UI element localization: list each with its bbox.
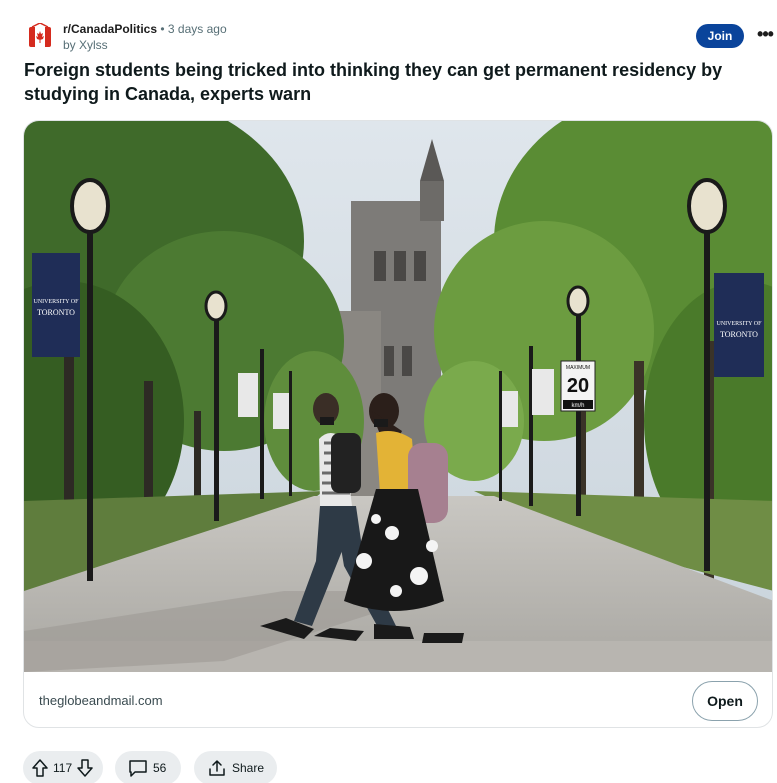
link-thumbnail-image[interactable]: UNIVERSITY OF TORONTO UNIVERSITY OF TORO… — [24, 121, 773, 672]
link-domain[interactable]: theglobeandmail.com — [39, 693, 163, 708]
vote-pill: 117 — [23, 751, 103, 783]
join-button[interactable]: Join — [696, 24, 744, 48]
speed-sign-top: MAXIMUM — [566, 365, 590, 371]
speed-sign-unit: km/h — [571, 403, 584, 409]
more-options-icon[interactable]: ••• — [754, 23, 776, 49]
share-label: Share — [232, 761, 265, 775]
banner-text-univ-left: UNIVERSITY OF — [34, 299, 80, 305]
open-link-button[interactable]: Open — [692, 681, 758, 721]
subreddit-avatar-icon[interactable] — [28, 23, 52, 49]
vote-count: 117 — [53, 761, 73, 775]
comment-icon — [128, 759, 148, 777]
post-author[interactable]: by Xylss — [63, 37, 227, 53]
comments-button[interactable]: 56 — [115, 751, 181, 783]
speed-sign-number: 20 — [567, 375, 589, 397]
link-preview-card[interactable]: UNIVERSITY OF TORONTO UNIVERSITY OF TORO… — [23, 120, 773, 728]
post-title[interactable]: Foreign students being tricked into thin… — [24, 58, 754, 106]
upvote-icon[interactable] — [32, 759, 48, 777]
share-icon — [207, 759, 227, 777]
post-header: r/CanadaPolitics • 3 days ago by Xylss J… — [26, 20, 776, 56]
subreddit-link[interactable]: r/CanadaPolitics — [63, 22, 157, 36]
post-meta: r/CanadaPolitics • 3 days ago by Xylss — [63, 21, 227, 53]
banner-text-toronto-left: TORONTO — [37, 308, 75, 317]
comment-count: 56 — [153, 761, 167, 775]
meta-separator: • — [160, 22, 165, 36]
banner-text-univ-right: UNIVERSITY OF — [717, 321, 763, 327]
banner-text-toronto-right: TORONTO — [720, 330, 758, 339]
downvote-icon[interactable] — [77, 759, 93, 777]
post-time: 3 days ago — [167, 22, 227, 36]
share-button[interactable]: Share — [194, 751, 277, 783]
